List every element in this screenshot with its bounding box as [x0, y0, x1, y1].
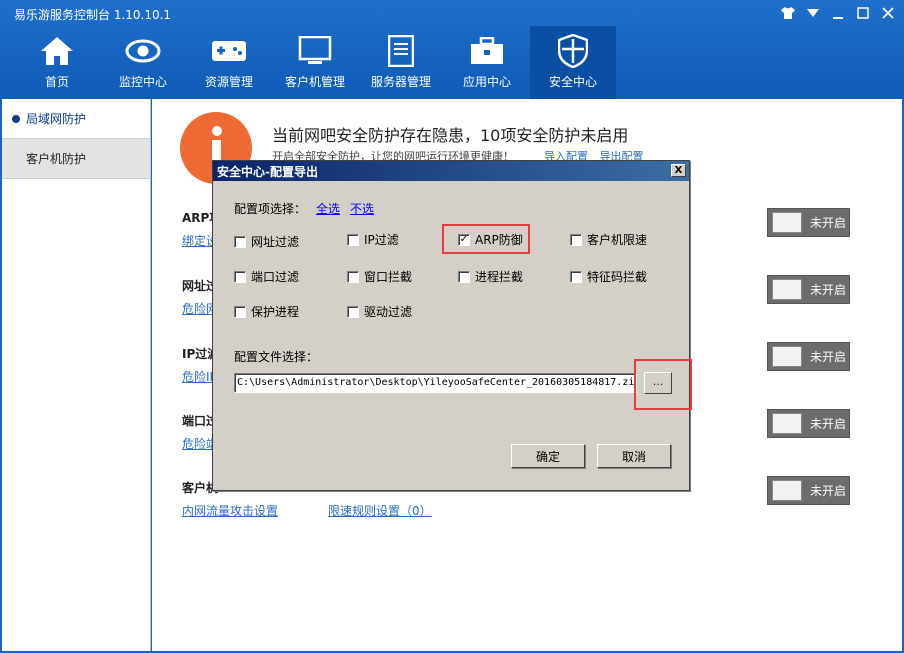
checkbox-box — [234, 235, 246, 248]
checkbox-box — [234, 305, 246, 318]
checkbox-box — [347, 233, 359, 246]
sidebar-item-lan-protection[interactable]: 局域网防护 — [2, 99, 150, 139]
checkbox-box — [458, 270, 470, 283]
maximize-icon[interactable] — [854, 4, 871, 21]
toggle-label: 未开启 — [810, 417, 847, 431]
select-none-link[interactable]: 不选 — [350, 200, 374, 217]
toggle-switch[interactable]: 未开启 — [767, 275, 850, 304]
checkbox-url-filter[interactable]: 网址过滤 — [234, 233, 299, 250]
checkbox-label: 端口过滤 — [251, 270, 300, 284]
toggle-switch[interactable]: 未开启 — [767, 342, 850, 371]
config-items-label: 配置项选择： — [234, 202, 307, 216]
dialog-title: 安全中心-配置导出 — [217, 164, 318, 179]
checkbox-label: 客户机限速 — [587, 233, 648, 247]
checkbox-driver-filter[interactable]: 驱动过滤 — [347, 303, 412, 320]
toggle-label: 未开启 — [810, 484, 847, 498]
dialog-titlebar: 安全中心-配置导出 X — [213, 161, 689, 181]
main-nav: 首页 监控中心 资源管理 客户机管理 服务器管理 应用中心 安全中心 — [14, 26, 616, 99]
nav-label: 资源管理 — [204, 75, 253, 89]
checkbox-port-filter[interactable]: 端口过滤 — [234, 268, 299, 285]
dialog-close-button[interactable]: X — [671, 164, 686, 177]
arp-highlight-box — [442, 224, 530, 254]
toggle-label: 未开启 — [810, 283, 847, 297]
checkbox-protect-process[interactable]: 保护进程 — [234, 303, 299, 320]
sidebar-item-client-protection[interactable]: 客户机防护 — [2, 139, 150, 179]
checkbox-label: 网址过滤 — [251, 235, 300, 249]
toggle-label: 未开启 — [810, 350, 847, 364]
checkbox-label: 驱动过滤 — [364, 305, 413, 319]
checkbox-box — [570, 270, 582, 283]
section-link[interactable]: 内网流量攻击设置 — [182, 502, 278, 519]
checkbox-label: 特征码拦截 — [587, 270, 648, 284]
toggle-knob — [772, 212, 802, 233]
toggle-switch[interactable]: 未开启 — [767, 409, 850, 438]
checkbox-label: IP过滤 — [364, 233, 399, 247]
checkbox-window-block[interactable]: 窗口拦截 — [347, 268, 412, 285]
nav-label: 客户机管理 — [284, 75, 345, 89]
alert-title: 当前网吧安全防护存在隐患，10项安全防护未启用 — [272, 126, 629, 145]
select-all-link[interactable]: 全选 — [316, 200, 340, 217]
toggle-knob — [772, 279, 802, 300]
nav-label: 服务器管理 — [370, 75, 431, 89]
gamepad-icon — [211, 33, 247, 69]
nav-servers[interactable]: 服务器管理 — [358, 26, 444, 99]
cancel-button[interactable]: 取消 — [597, 444, 671, 468]
nav-home[interactable]: 首页 — [14, 26, 100, 99]
checkbox-label: 进程拦截 — [475, 270, 524, 284]
nav-apps[interactable]: 应用中心 — [444, 26, 530, 99]
skin-icon[interactable] — [779, 4, 796, 21]
checkbox-box — [347, 305, 359, 318]
checkbox-label: 窗口拦截 — [364, 270, 413, 284]
nav-monitor[interactable]: 监控中心 — [100, 26, 186, 99]
sidebar-item-label: 客户机防护 — [26, 152, 87, 166]
checkbox-label: 保护进程 — [251, 305, 300, 319]
nav-label: 监控中心 — [118, 75, 167, 89]
checkbox-ip-filter[interactable]: IP过滤 — [347, 231, 399, 248]
nav-clients[interactable]: 客户机管理 — [272, 26, 358, 99]
toolbox-icon — [469, 33, 505, 69]
checkbox-process-block[interactable]: 进程拦截 — [458, 268, 523, 285]
browse-highlight-box — [634, 359, 692, 410]
server-icon — [383, 33, 419, 69]
app-title: 易乐游服务控制台 1.10.10.1 — [14, 8, 172, 22]
checkbox-box — [347, 270, 359, 283]
checkbox-box — [234, 270, 246, 283]
toggle-knob — [772, 413, 802, 434]
shield-icon — [555, 33, 591, 69]
home-icon — [39, 33, 75, 69]
nav-label: 应用中心 — [462, 75, 511, 89]
menu-dropdown-icon[interactable] — [804, 4, 821, 21]
top-bar: 易乐游服务控制台 1.10.10.1 首页 监控中心 资源管理 客户机管理 服务… — [0, 0, 904, 99]
ok-button[interactable]: 确定 — [511, 444, 585, 468]
checkbox-box — [570, 233, 582, 246]
nav-label: 安全中心 — [548, 75, 597, 89]
eye-icon — [125, 33, 161, 69]
toggle-knob — [772, 346, 802, 367]
sidebar-item-label: 局域网防护 — [26, 112, 87, 126]
nav-label: 首页 — [44, 75, 69, 89]
config-export-dialog: 安全中心-配置导出 X 配置项选择： 全选 不选 网址过滤 IP过滤 ✓ ARP防… — [212, 160, 692, 491]
config-file-label: 配置文件选择： — [234, 350, 319, 364]
nav-resources[interactable]: 资源管理 — [186, 26, 272, 99]
toggle-switch[interactable]: 未开启 — [767, 476, 850, 505]
checkbox-signature-block[interactable]: 特征码拦截 — [570, 268, 647, 285]
speed-rules-link[interactable]: 限速规则设置（0） — [328, 502, 432, 519]
close-icon[interactable] — [879, 4, 896, 21]
window-controls — [779, 4, 896, 21]
nav-security[interactable]: 安全中心 — [530, 26, 616, 99]
active-dot-icon — [12, 115, 20, 123]
sidebar: 局域网防护 客户机防护 — [2, 99, 151, 651]
toggle-knob — [772, 480, 802, 501]
toggle-switch[interactable]: 未开启 — [767, 208, 850, 237]
file-path-input[interactable]: C:\Users\Administrator\Desktop\YileyooSa… — [234, 373, 637, 393]
monitor-icon — [297, 33, 333, 69]
checkbox-client-speed[interactable]: 客户机限速 — [570, 231, 647, 248]
minimize-icon[interactable] — [829, 4, 846, 21]
toggle-label: 未开启 — [810, 216, 847, 230]
